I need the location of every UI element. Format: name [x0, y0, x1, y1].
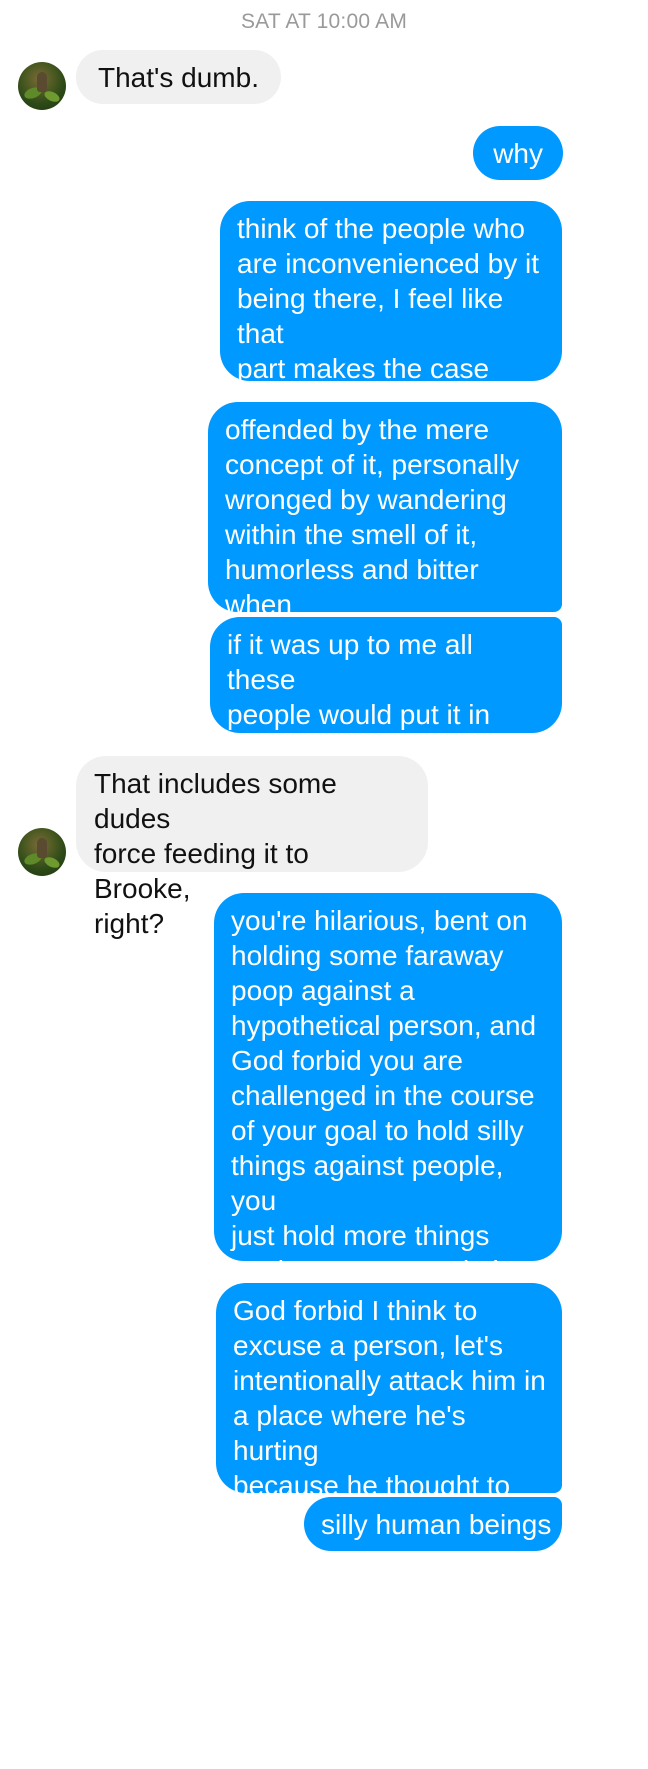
- outgoing-message-bubble[interactable]: silly human beings: [304, 1497, 562, 1551]
- contact-avatar[interactable]: [18, 828, 66, 876]
- outgoing-message-bubble[interactable]: God forbid I think to excuse a person, l…: [216, 1283, 562, 1536]
- incoming-message-bubble[interactable]: That includes some dudes force feeding i…: [76, 756, 428, 939]
- outgoing-message-bubble[interactable]: think of the people who are inconvenienc…: [220, 201, 562, 419]
- outgoing-message-bubble[interactable]: why: [473, 126, 563, 180]
- contact-avatar[interactable]: [18, 62, 66, 110]
- outgoing-message-bubble[interactable]: offended by the mere concept of it, pers…: [208, 402, 562, 655]
- conversation-timestamp: SAT AT 10:00 AM: [240, 10, 408, 33]
- outgoing-message-bubble[interactable]: you're hilarious, bent on holding some f…: [214, 893, 562, 1321]
- outgoing-message-bubble[interactable]: if it was up to me all these people woul…: [210, 617, 562, 800]
- incoming-message-bubble[interactable]: That's dumb.: [76, 50, 281, 104]
